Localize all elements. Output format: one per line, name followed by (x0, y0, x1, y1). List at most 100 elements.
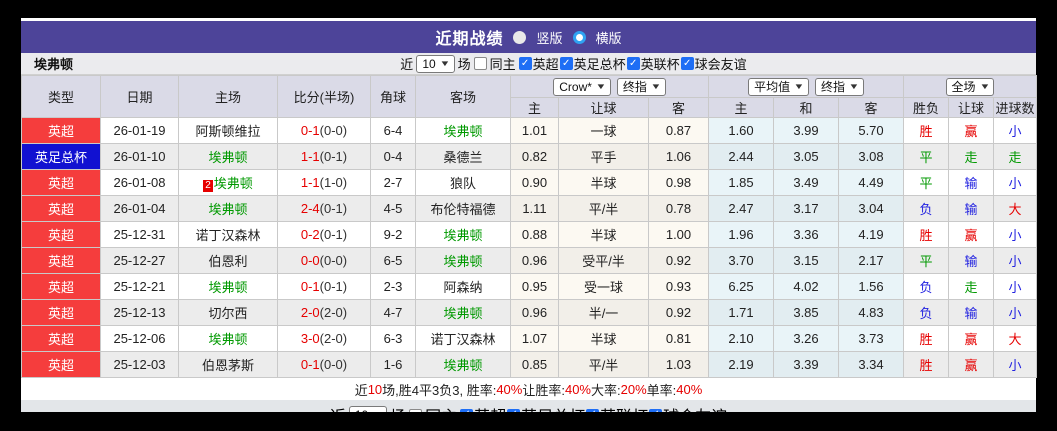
match-date: 25-12-27 (100, 247, 179, 274)
halftime-score: (0-1) (319, 279, 348, 294)
summary-segment: 10 (367, 381, 383, 397)
bookmaker-select[interactable]: Crow* ▼ (553, 77, 611, 96)
table-row: 英超 25-12-21 埃弗顿 0-1(0-1) 2-3 阿森纳 0.95 受一… (21, 273, 1038, 300)
asia-away-odds: 0.92 (648, 299, 709, 326)
league-checkbox[interactable]: ✓ (559, 57, 573, 70)
corner-score: 1-6 (370, 351, 416, 378)
league-checkbox[interactable]: ✓ (680, 57, 694, 70)
halftime-score: (0-1) (319, 149, 348, 164)
scope-select[interactable]: 全场 ▼ (945, 77, 995, 96)
match-date: 25-12-21 (100, 273, 179, 300)
subheader-draw: 和 (773, 97, 839, 118)
match-score: 1-1(1-0) (277, 169, 371, 196)
same-home-label: 同主 (489, 57, 516, 72)
table-row: 英足总杯 26-01-10 埃弗顿 1-1(0-1) 0-4 桑德兰 0.82 … (21, 143, 1038, 170)
away-team-name: 阿森纳 (443, 280, 483, 295)
away-team: 埃弗顿 (415, 247, 511, 274)
euro-average-select[interactable]: 平均值 ▼ (748, 77, 809, 96)
handicap-line: 一球 (558, 117, 649, 144)
league-checkbox[interactable]: ✓ (507, 408, 521, 412)
fulltime-score: 0-1 (300, 123, 320, 138)
summary-segment: 40% (564, 381, 591, 397)
euro-away-odds: 3.04 (837, 195, 905, 222)
match-count-select[interactable]: 10 ▼ (348, 406, 388, 413)
corner-score: 9-2 (370, 221, 416, 248)
check-icon: ✓ (462, 410, 470, 413)
vertical-layout-radio[interactable] (513, 30, 527, 44)
halftime-score: (2-0) (319, 331, 348, 346)
match-score: 3-0(2-0) (277, 325, 371, 352)
league-checkbox[interactable]: ✓ (649, 408, 663, 412)
halftime-score: (0-1) (319, 201, 348, 216)
home-team-name: 诺丁汉森林 (195, 228, 261, 243)
away-team: 桑德兰 (415, 143, 511, 170)
same-home-checkbox[interactable] (473, 57, 487, 70)
summary-segment: 场,胜4平3负3, 胜率: (382, 382, 497, 398)
col-header-date: 日期 (100, 75, 179, 118)
home-team: 切尔西 (178, 299, 278, 326)
away-team-name: 埃弗顿 (443, 306, 483, 321)
corner-score: 6-5 (370, 247, 416, 274)
chevron-down-icon: ▼ (439, 59, 451, 68)
match-date: 25-12-31 (100, 221, 179, 248)
matches-label: 场 (390, 403, 406, 412)
league-checkbox[interactable]: ✓ (518, 57, 532, 70)
euro-home-odds: 2.19 (708, 351, 774, 378)
asia-away-odds: 0.98 (648, 169, 709, 196)
league-checkbox[interactable]: ✓ (586, 408, 600, 413)
league-type-badge: 英超 (21, 299, 101, 326)
league-label: 球会友谊 (694, 57, 747, 72)
league-checkbox[interactable]: ✓ (460, 408, 474, 413)
check-icon: ✓ (561, 57, 571, 69)
home-team: 伯恩利 (178, 247, 278, 274)
asia-odds-time-select[interactable]: 终指 ▼ (616, 77, 666, 96)
handicap-outcome: 赢 (948, 221, 995, 248)
summary-segment: 大率: (591, 382, 621, 398)
handicap-outcome: 赢 (948, 117, 995, 144)
table-row: 英超 25-12-27 伯恩利 0-0(0-0) 6-5 埃弗顿 0.96 受平… (21, 247, 1038, 274)
match-count-select[interactable]: 10 ▼ (416, 54, 455, 73)
goals-outcome: 小 (993, 273, 1038, 300)
subheader-asia-away: 客 (648, 97, 709, 118)
check-icon: ✓ (588, 410, 596, 413)
handicap-line: 半/一 (558, 299, 649, 326)
subheader-result: 胜负 (903, 97, 950, 118)
chevron-down-icon: ▼ (372, 411, 383, 413)
check-icon: ✓ (682, 57, 692, 69)
league-checkbox[interactable]: ✓ (626, 57, 640, 70)
home-team-name: 埃弗顿 (208, 150, 248, 165)
goals-outcome: 小 (993, 169, 1038, 196)
halftime-score: (0-0) (319, 357, 348, 372)
team-name: 埃弗顿 (34, 57, 74, 72)
euro-home-odds: 1.96 (708, 221, 774, 248)
league-label: 英足总杯 (573, 57, 626, 72)
match-score: 2-0(2-0) (277, 299, 371, 326)
euro-home-odds: 1.85 (708, 169, 774, 196)
away-team-name: 埃弗顿 (443, 124, 483, 139)
match-date: 26-01-04 (100, 195, 179, 222)
goals-outcome: 大 (993, 325, 1038, 352)
halftime-score: (0-0) (319, 123, 348, 138)
home-team-name: 埃弗顿 (208, 332, 248, 347)
chevron-down-icon: ▼ (595, 82, 607, 91)
match-score: 0-0(0-0) (277, 247, 371, 274)
asia-away-odds: 0.93 (648, 273, 709, 300)
euro-odds-time-select[interactable]: 终指 ▼ (815, 77, 864, 96)
col-header-home: 主场 (178, 75, 278, 118)
result-outcome: 负 (903, 195, 950, 222)
away-team-name: 埃弗顿 (443, 254, 483, 269)
match-date: 25-12-03 (100, 351, 179, 378)
same-home-checkbox[interactable] (409, 408, 423, 412)
horizontal-layout-radio[interactable] (572, 30, 586, 44)
match-score: 0-1(0-1) (277, 273, 371, 300)
match-count-value: 10 (422, 56, 436, 71)
league-type-badge: 英超 (21, 325, 101, 352)
fulltime-score: 3-0 (300, 331, 320, 346)
handicap-line: 平/半 (558, 351, 649, 378)
chevron-down-icon: ▼ (793, 82, 805, 91)
subheader-euro-home: 主 (708, 97, 774, 118)
match-score: 0-1(0-0) (277, 351, 371, 378)
matches-label: 场 (457, 57, 471, 72)
match-date: 25-12-13 (100, 299, 179, 326)
near-label: 近 (400, 57, 414, 72)
